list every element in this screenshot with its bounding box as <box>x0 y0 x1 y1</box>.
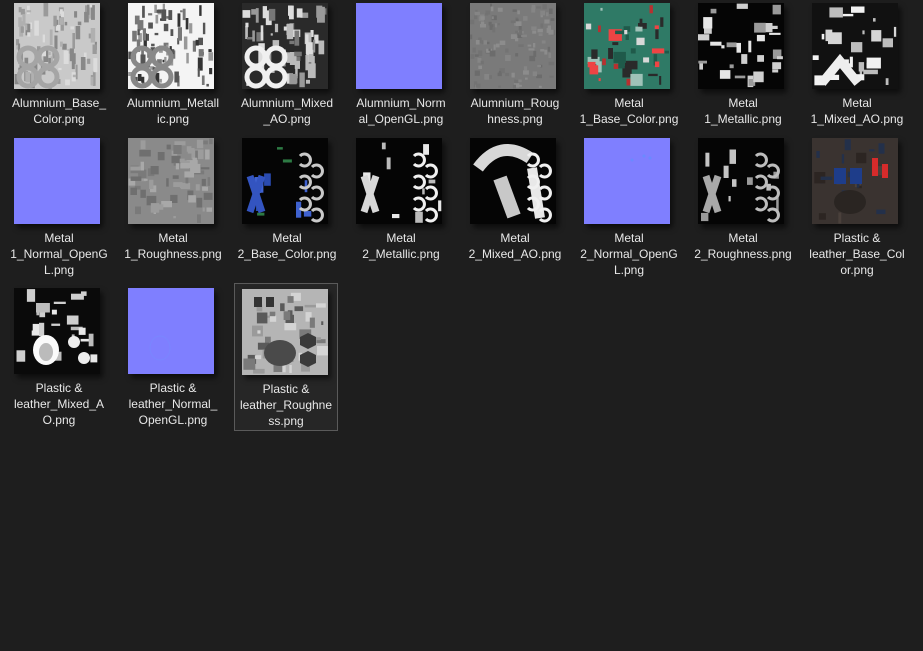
file-item[interactable]: Metal 1_Base_Color.png <box>577 0 681 135</box>
file-name-label: Metal 2_Roughness.png <box>694 231 792 261</box>
file-thumbnail <box>128 3 214 89</box>
file-name-label: Metal 1_Normal_OpenG L.png <box>10 231 108 277</box>
file-item[interactable]: Metal 2_Base_Color.png <box>235 135 339 270</box>
file-thumbnail <box>242 138 328 224</box>
file-item[interactable]: Metal 1_Normal_OpenG L.png <box>7 135 111 277</box>
file-name-label: Metal 1_Mixed_AO.png <box>810 96 904 126</box>
file-name-label: Metal 2_Mixed_AO.png <box>468 231 562 261</box>
file-name-label: Plastic & leather_Roughne ss.png <box>239 382 333 428</box>
file-item[interactable]: Plastic & leather_Mixed_A O.png <box>7 285 111 433</box>
file-thumbnail <box>14 3 100 89</box>
file-item[interactable]: Alumnium_Metall ic.png <box>121 0 225 135</box>
file-grid: Alumnium_Base_ Color.png Alumnium_Metall… <box>0 0 923 651</box>
file-name-label: Metal 1_Metallic.png <box>704 96 782 126</box>
file-item[interactable]: Metal 1_Roughness.png <box>121 135 225 270</box>
file-name-label: Metal 2_Base_Color.png <box>237 231 337 261</box>
file-item[interactable]: Plastic & leather_Roughne ss.png <box>234 283 338 431</box>
file-thumbnail <box>812 3 898 89</box>
file-item[interactable]: Alumnium_Base_ Color.png <box>7 0 111 135</box>
file-thumbnail <box>698 3 784 89</box>
file-item[interactable]: Metal 1_Metallic.png <box>691 0 795 135</box>
file-thumbnail <box>242 3 328 89</box>
file-name-label: Alumnium_Metall ic.png <box>126 96 220 126</box>
file-item[interactable]: Metal 2_Metallic.png <box>349 135 453 270</box>
file-name-label: Alumnium_Roug hness.png <box>470 96 560 126</box>
file-item[interactable]: Alumnium_Norm al_OpenGL.png <box>349 0 453 135</box>
file-thumbnail <box>584 138 670 224</box>
file-name-label: Plastic & leather_Normal_ OpenGL.png <box>128 381 218 427</box>
file-name-label: Metal 2_Normal_OpenG L.png <box>580 231 678 277</box>
file-thumbnail <box>14 138 100 224</box>
file-item[interactable]: Alumnium_Roug hness.png <box>463 0 567 135</box>
file-name-label: Plastic & leather_Mixed_A O.png <box>13 381 105 427</box>
file-name-label: Metal 1_Roughness.png <box>124 231 222 261</box>
file-name-label: Alumnium_Norm al_OpenGL.png <box>356 96 446 126</box>
file-item[interactable]: Metal 2_Mixed_AO.png <box>463 135 567 270</box>
file-item[interactable]: Metal 1_Mixed_AO.png <box>805 0 909 135</box>
file-thumbnail <box>584 3 670 89</box>
file-item[interactable]: Metal 2_Normal_OpenG L.png <box>577 135 681 277</box>
file-item[interactable]: Metal 2_Roughness.png <box>691 135 795 270</box>
file-thumbnail <box>356 138 442 224</box>
file-item[interactable]: Plastic & leather_Normal_ OpenGL.png <box>121 285 225 433</box>
file-name-label: Metal 2_Metallic.png <box>362 231 440 261</box>
file-name-label: Metal 1_Base_Color.png <box>579 96 679 126</box>
file-thumbnail <box>128 288 214 374</box>
file-name-label: Alumnium_Mixed _AO.png <box>240 96 334 126</box>
file-thumbnail <box>128 138 214 224</box>
file-thumbnail <box>356 3 442 89</box>
file-thumbnail <box>698 138 784 224</box>
file-item[interactable]: Plastic & leather_Base_Col or.png <box>805 135 909 277</box>
file-thumbnail <box>14 288 100 374</box>
file-thumbnail <box>470 138 556 224</box>
file-thumbnail <box>242 289 328 375</box>
file-thumbnail <box>812 138 898 224</box>
file-thumbnail <box>470 3 556 89</box>
file-name-label: Alumnium_Base_ Color.png <box>11 96 107 126</box>
file-name-label: Plastic & leather_Base_Col or.png <box>809 231 905 277</box>
file-item[interactable]: Alumnium_Mixed _AO.png <box>235 0 339 135</box>
